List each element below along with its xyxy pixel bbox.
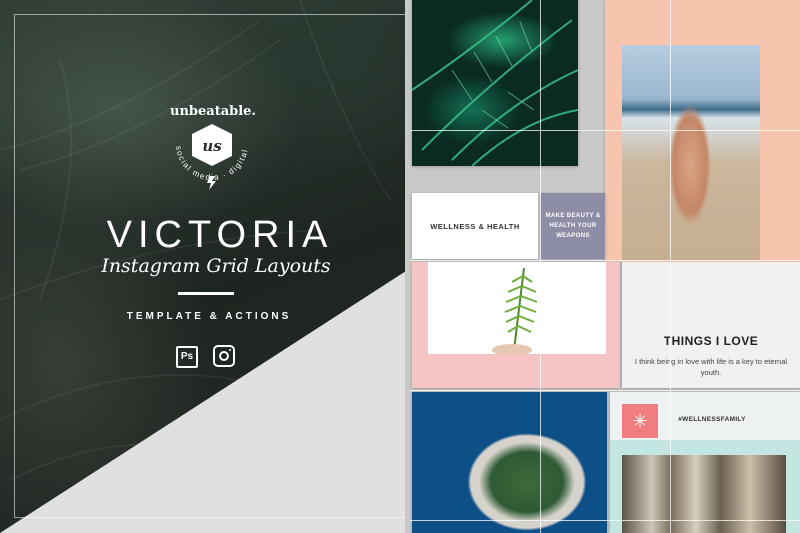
svg-text:us: us	[202, 137, 222, 155]
product-title: VICTORIA	[106, 214, 334, 256]
wellness-label: WELLNESS & HEALTH	[430, 222, 520, 231]
aerial-island-photo	[412, 392, 607, 533]
grid-line	[670, 0, 671, 533]
things-body: I think being in love with life is a key…	[634, 357, 788, 377]
brand-logo: social media · digital tools us	[162, 118, 249, 190]
product-tagline: TEMPLATE & ACTIONS	[126, 311, 292, 322]
hashtag-label: #WELLNESSFAMILY	[678, 416, 746, 423]
grid-line	[410, 130, 800, 131]
grid-line	[540, 0, 541, 533]
fern-illustration	[492, 267, 538, 356]
grid-line	[410, 520, 800, 521]
things-title: THINGS I LOVE	[663, 334, 759, 348]
brand-name: unbeatable.	[170, 104, 256, 119]
product-subtitle: Instagram Grid Layouts	[101, 255, 331, 277]
palm-leaf-photo	[412, 0, 578, 166]
grid-line	[410, 390, 800, 391]
instagram-icon	[213, 345, 235, 367]
title-divider	[178, 292, 234, 295]
photoshop-icon: Ps	[176, 346, 198, 368]
snowflake-icon: ✳	[622, 404, 658, 438]
beauty-label: MAKE BEAUTY & HEALTH YOUR WEAPONS	[545, 213, 601, 239]
grid-line	[410, 260, 800, 261]
forest-couple-photo	[622, 455, 786, 533]
woman-figure	[655, 70, 725, 250]
fern-photo	[428, 262, 606, 356]
palm-fronds	[412, 0, 578, 166]
